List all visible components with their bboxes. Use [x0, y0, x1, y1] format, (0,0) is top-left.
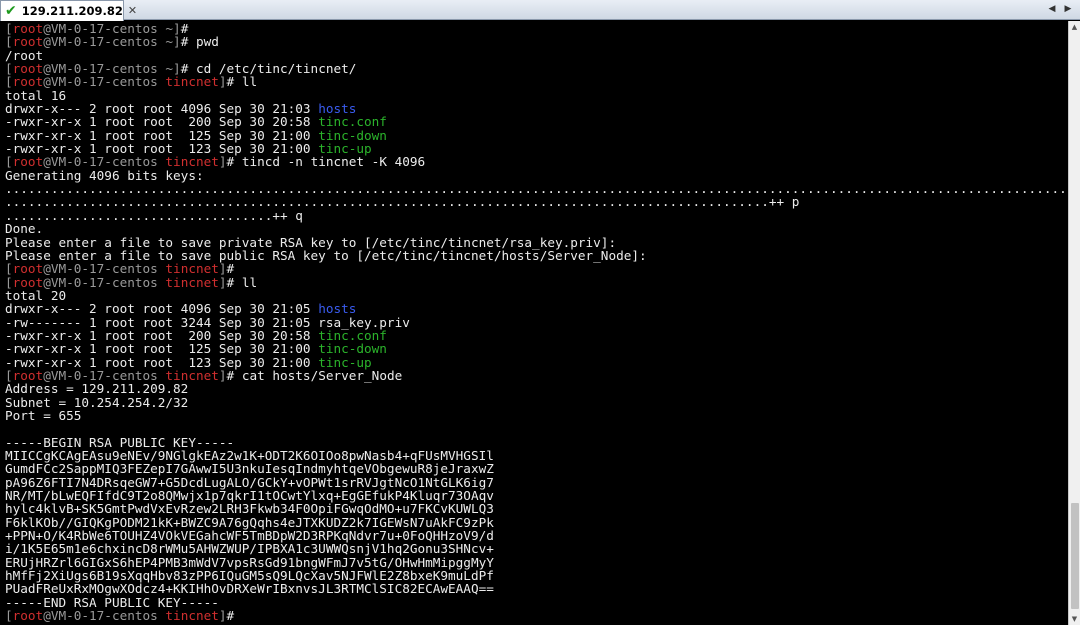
terminal-text: tincnet [165, 74, 219, 90]
checkmark-icon: ✔ [5, 3, 17, 19]
terminal-line: [root@VM-0-17-centos tincnet]# ll [5, 274, 1068, 290]
terminal-text: # cat hosts/Server_Node [226, 367, 403, 383]
terminal-line: NR/MT/bLwEQFIfdC9T2o8QMwjx1p7qkrI1tOCwtY… [5, 489, 1068, 502]
terminal-line: -rwxr-xr-x 1 root root 200 Sep 30 20:58 … [5, 115, 1068, 128]
terminal-text: # [226, 608, 235, 624]
terminal-line: +PPN+O/K4RbWe6TOUHZ4VOkVEGahcWF5TmBDpW2D… [5, 529, 1068, 542]
terminal-line: [root@VM-0-17-centos tincnet]# [5, 609, 1068, 622]
terminal-line: MIICCgKCAgEAsu9eNEv/9NGlgkEAz2w1K+ODT2K6… [5, 449, 1068, 462]
terminal-text: ] [218, 367, 227, 383]
terminal-text: # tincd -n tincnet -K 4096 [226, 154, 426, 170]
terminal-text: # ll [226, 74, 258, 90]
terminal-line: drwxr-x--- 2 root root 4096 Sep 30 21:03… [5, 102, 1068, 115]
tab-scroll-right-icon[interactable]: ▶ [1062, 3, 1074, 15]
terminal-line: pA96Z6FTI7N4DRsqeGW7+G5DcdLugALO/GCkY+vO… [5, 476, 1068, 489]
scroll-up-icon[interactable]: ▲ [1069, 21, 1080, 33]
terminal-text: root [12, 608, 44, 624]
terminal-line: -rwxr-xr-x 1 root root 125 Sep 30 21:00 … [5, 129, 1068, 142]
tab-scroll-left-icon[interactable]: ◀ [1046, 3, 1058, 15]
terminal-line: [root@VM-0-17-centos ~]# pwd [5, 35, 1068, 48]
terminal-line: -rwxr-xr-x 1 root root 123 Sep 30 21:00 … [5, 355, 1068, 369]
terminal-line: PUadFReUxRxMOgwXOdcz4+KKIHhOvDRXeWrIBxnv… [5, 582, 1068, 595]
terminal-output[interactable]: [root@VM-0-17-centos ~]# [root@VM-0-17-ce… [0, 21, 1068, 625]
session-tab[interactable]: ✔ 129.211.209.82 ✕ [0, 0, 137, 21]
terminal-line: -----END RSA PUBLIC KEY----- [5, 596, 1068, 609]
terminal-line: hMfFj2XiUgs6B19sXqqHbv83zPP6IQuGM5sQ9LQc… [5, 569, 1068, 582]
terminal-text: ] [218, 154, 227, 170]
terminal-line: Please enter a file to save private RSA … [5, 235, 1068, 249]
terminal-line: ERUjHRZrl6GIGxS6hEP4PMB3mWdV7vpsRsGd91bn… [5, 556, 1068, 569]
terminal-line: [root@VM-0-17-centos tincnet]# tincd -n … [5, 155, 1068, 168]
terminal-line: ...................................++ q [5, 209, 1068, 222]
terminal-line: [root@VM-0-17-centos ~]# [5, 22, 1068, 35]
close-icon[interactable]: ✕ [128, 5, 137, 17]
terminal-line: GumdFCc2SappMIQ3FEZepI7GAwwI5U3nkuIesqIn… [5, 462, 1068, 475]
terminal-line: Generating 4096 bits keys: [5, 169, 1068, 182]
terminal-line: Port = 655 [5, 409, 1068, 422]
terminal-line: Please enter a file to save public RSA k… [5, 249, 1068, 262]
terminal-line: hylc4klvB+SK5GmtPwdVxEvRzew2LRH3Fkwb34F0… [5, 502, 1068, 515]
terminal-line: Subnet = 10.254.254.2/32 [5, 395, 1068, 409]
terminal-line: total 20 [5, 289, 1068, 302]
terminal-text: # ll [226, 274, 258, 290]
terminal-line: ........................................… [5, 182, 1068, 195]
session-tab-title: 129.211.209.82 [21, 4, 123, 18]
scroll-down-icon[interactable]: ▼ [1069, 613, 1080, 625]
terminal-text: ] [218, 608, 227, 624]
terminal-line: [root@VM-0-17-centos tincnet]# cat hosts… [5, 369, 1068, 382]
terminal-line: [root@VM-0-17-centos ~]# cd /etc/tinc/ti… [5, 62, 1068, 75]
terminal-line: total 16 [5, 89, 1068, 102]
terminal-text: ...................................++ q [5, 207, 303, 223]
scroll-thumb[interactable] [1071, 503, 1079, 609]
terminal-text: @VM-0-17-centos [43, 608, 166, 624]
terminal-line: i/1K5E65m1e6chxincD8rWMu5AHWZWUP/IPBXA1c… [5, 542, 1068, 555]
terminal-line: ........................................… [5, 195, 1068, 208]
terminal-line: Done. [5, 222, 1068, 235]
terminal-text: Port = 655 [5, 407, 82, 423]
terminal-text: ] [218, 274, 227, 290]
terminal-text: @VM-0-17-centos ~] [43, 34, 181, 50]
vertical-scrollbar[interactable]: ▲ ▼ [1068, 21, 1080, 625]
terminal-line: -rwxr-xr-x 1 root root 200 Sep 30 20:58 … [5, 329, 1068, 342]
terminal-line: -rw------- 1 root root 3244 Sep 30 21:05… [5, 315, 1068, 329]
terminal-line: -rwxr-xr-x 1 root root 123 Sep 30 21:00 … [5, 142, 1068, 155]
terminal-text: # pwd [180, 34, 219, 50]
terminal-line: -----BEGIN RSA PUBLIC KEY----- [5, 435, 1068, 449]
terminal-text: [ [5, 608, 13, 624]
session-tab-bar: ✔ 129.211.209.82 ✕ ◀ ▶ [0, 0, 1080, 21]
terminal-text: tincnet [165, 274, 219, 290]
terminal-line: F6klKOb//GIQKgPODM21kK+BWZC9A76gQqhs4eJT… [5, 516, 1068, 529]
terminal-text: ] [218, 74, 227, 90]
terminal-line: /root [5, 49, 1068, 62]
terminal-line: [root@VM-0-17-centos tincnet]# [5, 262, 1068, 275]
terminal-line: -rwxr-xr-x 1 root root 125 Sep 30 21:00 … [5, 342, 1068, 355]
terminal-text: tincnet [165, 608, 219, 624]
terminal-line: drwxr-x--- 2 root root 4096 Sep 30 21:05… [5, 302, 1068, 315]
terminal-line: Address = 129.211.209.82 [5, 382, 1068, 395]
terminal-line: [root@VM-0-17-centos tincnet]# ll [5, 75, 1068, 88]
